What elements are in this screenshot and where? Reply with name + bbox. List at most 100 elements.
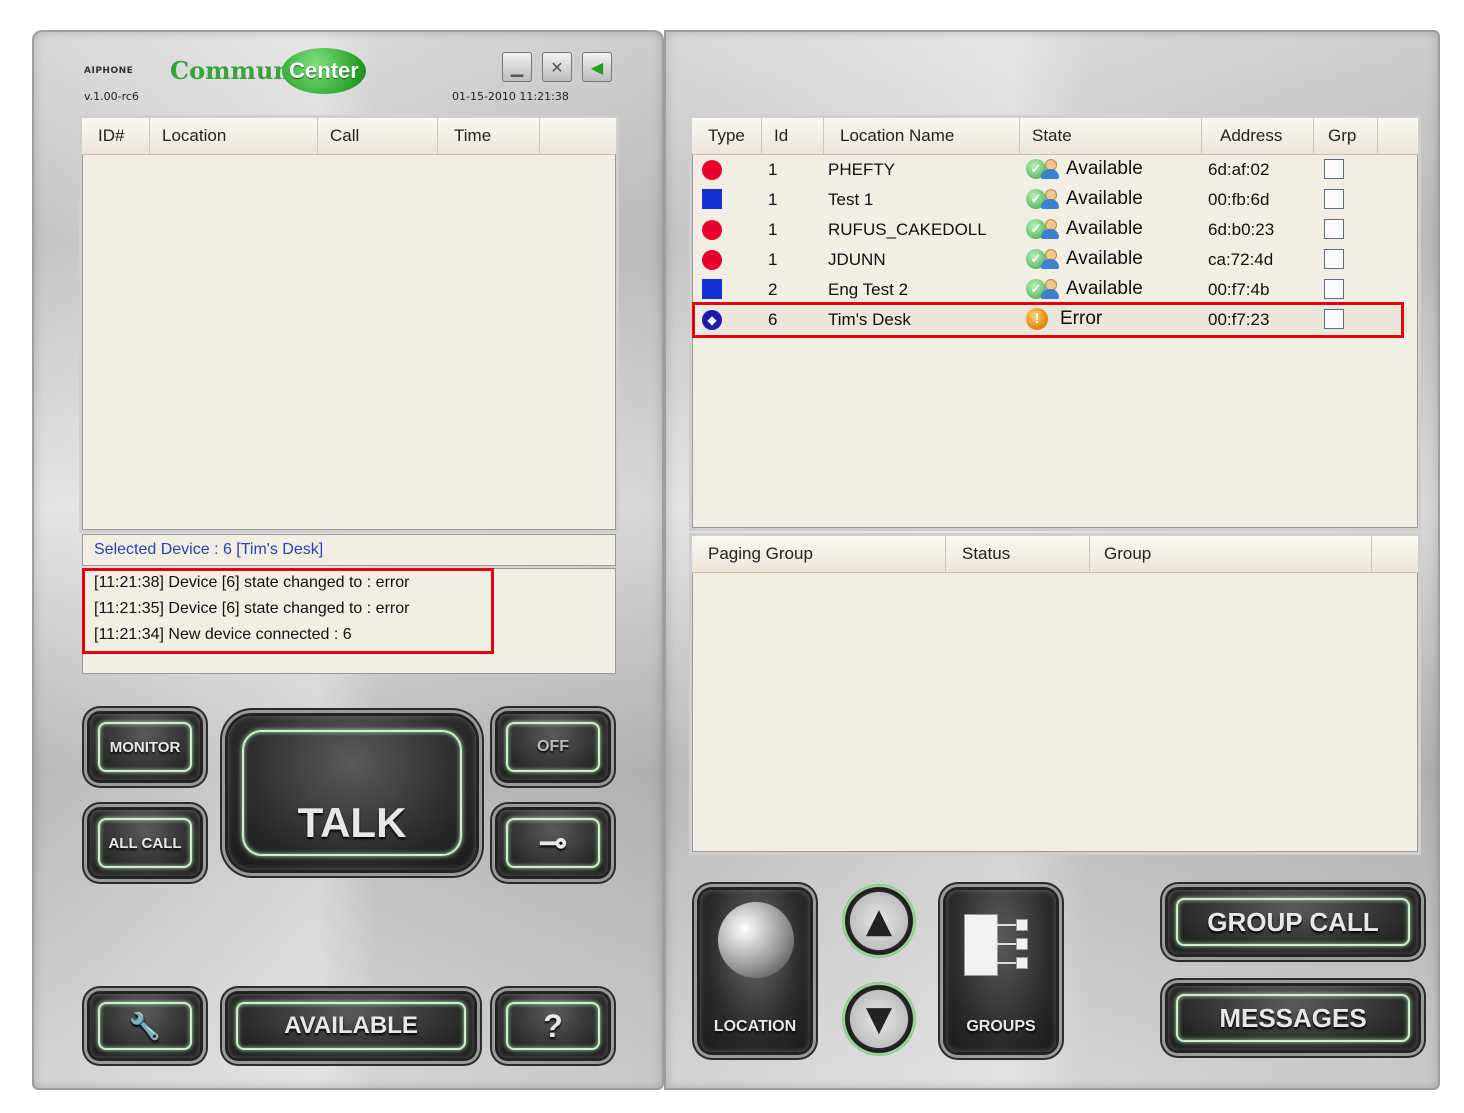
event-log: [11:21:38] Device [6] state changed to :… [82,568,616,674]
device-list[interactable]: Type Id Location Name State Address Grp … [692,118,1418,528]
device-address: 00:f7:4b [1208,280,1270,299]
intercom-circle-icon [702,160,722,180]
col-paging-group[interactable]: Paging Group [692,536,946,572]
available-icon: ✓ [1026,218,1062,240]
datetime-label: 01-15-2010 11:21:38 [452,90,569,103]
device-address: 00:f7:23 [1208,310,1270,329]
settings-button[interactable]: 🔧 [90,994,200,1058]
device-address: 6d:af:02 [1208,160,1270,179]
log-line: [11:21:38] Device [6] state changed to :… [94,574,410,591]
device-state: ✓ Available [1026,248,1143,270]
group-checkbox[interactable] [1324,249,1344,269]
col-location-name[interactable]: Location Name [824,118,1020,154]
available-button[interactable]: AVAILABLE [228,994,474,1058]
groups-button[interactable]: GROUPS [946,890,1056,1052]
device-id: 1 [768,190,778,209]
call-list[interactable]: ID# Location Call Time [82,118,616,530]
group-checkbox[interactable] [1324,279,1344,299]
back-arrow-icon: ◀ [590,57,604,77]
device-state: ✓ Available [1026,188,1143,210]
col-status[interactable]: Status [946,536,1090,572]
door-station-icon: ◆ [702,310,722,330]
up-arrow-icon: ▲ [865,901,893,941]
messages-button[interactable]: MESSAGES [1168,986,1418,1050]
paging-list-header: Paging Group Status Group [692,536,1418,573]
available-icon: ✓ [1026,188,1062,210]
paging-group-list[interactable]: Paging Group Status Group [692,536,1418,852]
device-address: 00:fb:6d [1208,190,1270,209]
device-location-name: PHEFTY [828,160,896,179]
group-checkbox[interactable] [1324,219,1344,239]
device-row[interactable]: 2 Eng Test 2 ✓ Available 00:f7:4b [702,276,1408,304]
device-state: ✓ Available [1026,158,1143,180]
scroll-down-button[interactable]: ▼ [842,982,916,1056]
device-row[interactable]: 1 RUFUS_CAKEDOLL ✓ Available 6d:b0:23 [702,216,1408,244]
aiphone-logo: AIPHONE [84,66,134,76]
all-call-button[interactable]: ALL CALL [90,810,200,876]
col-state[interactable]: State [1020,118,1202,154]
device-location-name: Test 1 [828,190,874,209]
device-id: 2 [768,280,778,299]
off-button[interactable]: OFF [498,714,608,780]
col-id[interactable]: ID# [82,118,150,154]
col-id[interactable]: Id [762,118,824,154]
device-id: 1 [768,160,778,179]
group-checkbox[interactable] [1324,159,1344,179]
device-address: ca:72:4d [1208,250,1274,269]
device-id: 6 [768,310,778,329]
device-location-name: JDUNN [828,250,886,269]
col-grp[interactable]: Grp [1314,118,1378,154]
available-icon: ✓ [1026,248,1062,270]
available-icon: ✓ [1026,158,1062,180]
device-id: 1 [768,220,778,239]
help-icon: ? [543,1007,563,1044]
col-group[interactable]: Group [1090,536,1372,572]
selected-device-label: Selected Device : 6 [Tim's Desk] [82,534,616,566]
tree-diagram-icon [964,914,1038,976]
col-location[interactable]: Location [150,118,318,154]
key-icon: ⊸ [538,824,568,862]
group-checkbox[interactable] [1324,309,1344,329]
device-row[interactable]: 1 PHEFTY ✓ Available 6d:af:02 [702,156,1408,184]
globe-icon [718,902,794,978]
log-line: [11:21:34] New device connected : 6 [94,626,352,643]
group-checkbox[interactable] [1324,189,1344,209]
close-icon: ✕ [550,57,564,77]
device-id: 1 [768,250,778,269]
device-state: ✓ Available [1026,278,1143,300]
minimize-button[interactable]: ▁ [502,52,532,82]
door-release-button[interactable]: ⊸ [498,810,608,876]
close-button[interactable]: ✕ [542,52,572,82]
col-type[interactable]: Type [692,118,762,154]
device-location-name: RUFUS_CAKEDOLL [828,220,987,239]
intercom-circle-icon [702,220,722,240]
group-call-button[interactable]: GROUP CALL [1168,890,1418,954]
down-arrow-icon: ▼ [865,999,893,1039]
location-button[interactable]: LOCATION [700,890,810,1052]
error-icon: ! [1026,308,1048,330]
log-line: [11:21:35] Device [6] state changed to :… [94,600,410,617]
device-list-header: Type Id Location Name State Address Grp [692,118,1418,155]
minimize-icon: ▁ [510,57,524,77]
device-state: ! Error [1026,308,1102,330]
app-logo-center: Center [282,48,366,94]
col-address[interactable]: Address [1202,118,1314,154]
device-location-name: Tim's Desk [828,310,911,329]
intercom-square-icon [702,279,722,299]
col-call[interactable]: Call [318,118,438,154]
talk-button[interactable]: TALK [228,716,476,870]
intercom-square-icon [702,189,722,209]
device-row[interactable]: 1 JDUNN ✓ Available ca:72:4d [702,246,1408,274]
monitor-button[interactable]: MONITOR [90,714,200,780]
device-row[interactable]: ◆ 6 Tim's Desk ! Error 00:f7:23 [702,306,1408,334]
help-button[interactable]: ? [498,994,608,1058]
available-icon: ✓ [1026,278,1062,300]
app-logo-text: Commun [170,56,291,85]
device-row[interactable]: 1 Test 1 ✓ Available 00:fb:6d [702,186,1408,214]
wrench-icon: 🔧 [128,1010,162,1041]
device-location-name: Eng Test 2 [828,280,909,299]
scroll-up-button[interactable]: ▲ [842,884,916,958]
version-label: v.1.00-rc6 [84,90,139,103]
back-button[interactable]: ◀ [582,52,612,82]
col-time[interactable]: Time [438,118,540,154]
